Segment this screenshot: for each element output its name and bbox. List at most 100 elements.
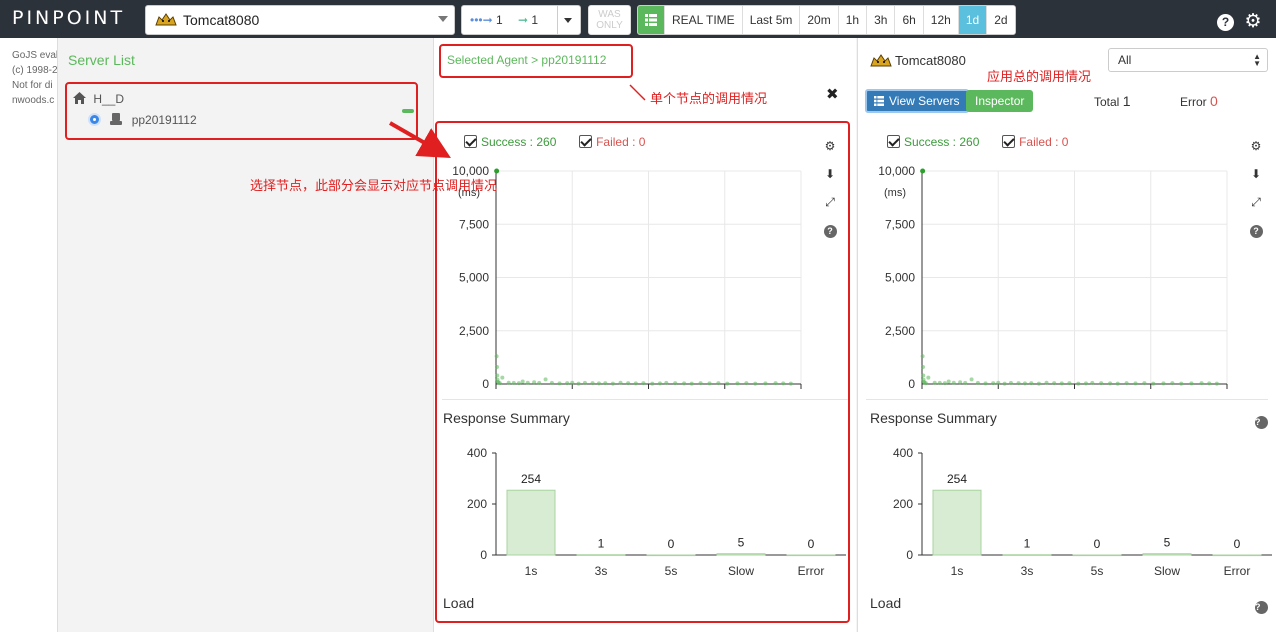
scatter-point — [932, 380, 937, 385]
scatter-point — [963, 380, 968, 385]
list-view-button[interactable] — [638, 6, 664, 34]
list-icon — [874, 96, 884, 106]
scatter-point — [921, 364, 926, 369]
scatter-point — [937, 380, 942, 385]
range-6h-button[interactable]: 6h — [894, 6, 923, 34]
scatter-point — [1044, 380, 1049, 385]
server-list-title: Server List — [68, 52, 135, 68]
scatter-point — [920, 354, 925, 359]
y-tick-label: 0 — [906, 548, 913, 562]
y-tick-label: 2,500 — [885, 324, 915, 338]
outbound-depth: ➞ 1 — [518, 13, 539, 27]
scatter-point — [923, 381, 928, 386]
help-icon[interactable]: ? — [1217, 14, 1234, 31]
view-servers-button[interactable]: View Servers — [865, 89, 970, 113]
time-range-group: REAL TIME Last 5m 20m 1h 3h 6h 12h 1d 2d — [637, 5, 1016, 35]
updown-icon: ▲ ▼ — [1253, 52, 1261, 68]
application-detail-panel: Tomcat8080 All ▲ ▼ View Servers Inspector… — [857, 38, 1276, 632]
chevron-down-icon — [564, 18, 572, 23]
scatter-point — [1052, 381, 1057, 386]
bar-value-label: 0 — [1234, 537, 1241, 551]
failed-filter[interactable]: Failed : 0 — [1002, 135, 1068, 149]
total-count: Total 1 — [1094, 93, 1131, 109]
range-2d-button[interactable]: 2d — [986, 6, 1015, 34]
help-icon[interactable]: ? — [1255, 601, 1268, 614]
scatter-point — [1036, 381, 1041, 386]
y-axis-unit: (ms) — [884, 187, 906, 199]
y-tick-label: 7,500 — [885, 217, 915, 231]
pinpoint-logo[interactable]: PINPOINT — [12, 7, 125, 29]
scatter-point — [1161, 381, 1166, 386]
scatter-point — [996, 380, 1001, 385]
bar-value-label: 5 — [1164, 536, 1171, 550]
outbound-arrow-icon: ➞ — [518, 13, 529, 27]
annotation-select-node: 选择节点，此部分会显示对应节点调用情况 — [250, 178, 498, 193]
was-only-toggle[interactable]: WAS ONLY — [588, 5, 631, 35]
bar — [1212, 554, 1262, 557]
scatter-point — [969, 377, 974, 382]
scatter-point — [1099, 381, 1104, 386]
category-label: Error — [1224, 564, 1251, 578]
scatter-point — [1083, 381, 1088, 386]
range-5m-button[interactable]: Last 5m — [741, 6, 800, 34]
annotation-box-server — [65, 82, 418, 140]
range-20m-button[interactable]: 20m — [799, 6, 838, 34]
scatter-point — [942, 381, 947, 386]
range-realtime-button[interactable]: REAL TIME — [664, 6, 742, 34]
scatter-point — [1115, 381, 1120, 386]
y-tick-label: 400 — [893, 446, 913, 460]
annotation-single-node: 单个节点的调用情况 — [650, 91, 768, 106]
scatter-point — [1108, 381, 1113, 386]
scatter-point — [991, 381, 996, 386]
success-filter[interactable]: Success : 260 — [887, 135, 979, 149]
tomcat-icon — [870, 54, 892, 67]
scatter-point — [1214, 381, 1219, 386]
scatter-point — [975, 380, 980, 385]
close-icon[interactable]: ✖ — [826, 85, 839, 103]
range-1d-button[interactable]: 1d — [957, 6, 987, 34]
range-1h-button[interactable]: 1h — [837, 6, 867, 34]
list-icon — [645, 14, 657, 26]
scatter-point — [1124, 381, 1129, 386]
scatter-point — [946, 379, 951, 384]
bar-value-label: 0 — [1094, 537, 1101, 551]
bar-value-label: 1 — [1024, 537, 1031, 551]
error-count: Error 0 — [1180, 93, 1218, 109]
range-12h-button[interactable]: 12h — [922, 6, 958, 34]
tomcat-icon — [155, 13, 177, 26]
response-scatter-chart[interactable]: 10,0007,5005,0002,5000(ms)11-2411:14:281… — [858, 160, 1258, 392]
bar-value-label: 254 — [947, 472, 967, 486]
checkbox-icon — [1002, 135, 1016, 148]
bar — [932, 489, 982, 556]
scatter-point — [1002, 381, 1007, 386]
range-3h-button[interactable]: 3h — [866, 6, 895, 34]
scatter-point — [1170, 381, 1175, 386]
scatter-point — [1022, 381, 1027, 386]
application-selector[interactable]: Tomcat8080 — [145, 5, 455, 35]
inbound-arrow-icon: •••➞ — [470, 13, 493, 27]
top-bar: PINPOINT Tomcat8080 •••➞ 1 ➞ 1 WAS ONLY — [0, 0, 1276, 38]
scatter-point — [1207, 381, 1212, 386]
category-label: 5s — [1091, 564, 1104, 578]
application-name: Tomcat8080 — [183, 12, 260, 28]
inbound-depth: •••➞ 1 — [470, 13, 503, 27]
help-icon[interactable]: ? — [1255, 416, 1268, 429]
scatter-point — [983, 381, 988, 386]
scatter-point — [1090, 380, 1095, 385]
scatter-point — [951, 380, 956, 385]
annotation-app-total: 应用总的调用情况 — [987, 69, 1092, 84]
scatter-point — [1133, 381, 1138, 386]
search-depth-selector[interactable]: •••➞ 1 ➞ 1 — [461, 5, 581, 35]
scatter-point — [921, 373, 926, 378]
gear-icon[interactable]: ⚙ — [1243, 12, 1263, 32]
bar — [1002, 554, 1052, 556]
inspector-button[interactable]: Inspector — [966, 90, 1034, 112]
gojs-watermark: GoJS eval (c) 1998-2 Not for di nwoods.c — [0, 38, 58, 632]
scatter-point — [1179, 381, 1184, 386]
response-summary-title: Response Summary — [870, 410, 997, 426]
agent-filter-select[interactable]: All ▲ ▼ — [1108, 48, 1268, 72]
checkbox-icon — [887, 135, 900, 148]
load-title: Load — [870, 595, 902, 611]
scatter-point — [1008, 380, 1013, 385]
scatter-legend: Success : 260 Failed : 0 — [887, 135, 1068, 149]
